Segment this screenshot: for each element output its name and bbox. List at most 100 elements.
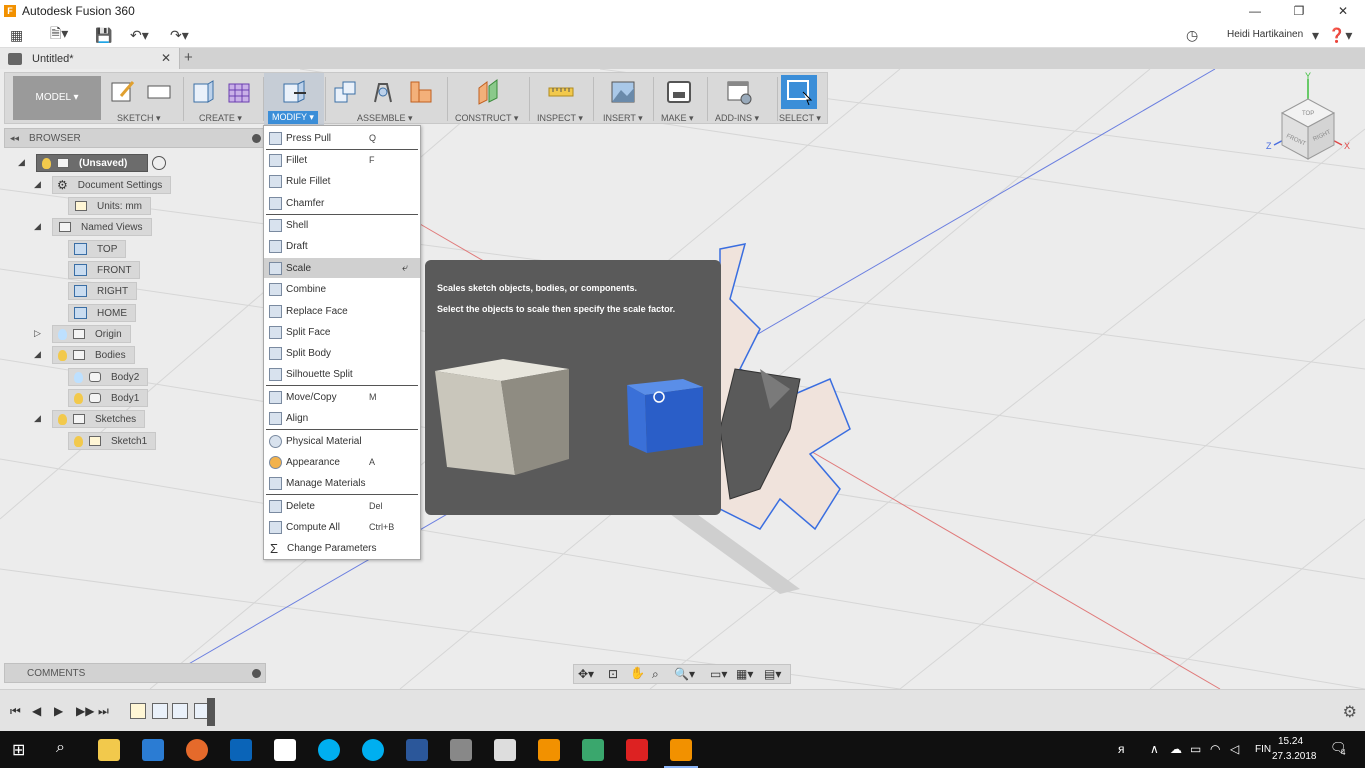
attached-canvas-icon[interactable]: [609, 78, 637, 106]
menu-item-delete[interactable]: Delete Del: [264, 496, 420, 516]
zoom-icon[interactable]: 🔍▾: [674, 667, 695, 681]
restore-button[interactable]: ❐: [1277, 0, 1321, 22]
modify-group-active[interactable]: MODIFY ▾: [264, 73, 324, 125]
onedrive-icon[interactable]: ☁: [1170, 742, 1182, 756]
file-explorer-icon[interactable]: [98, 739, 120, 761]
visibility-bulb-icon[interactable]: [74, 371, 83, 383]
add-ins-menu-label[interactable]: ADD-INS ▾: [715, 113, 759, 124]
acrobat-icon[interactable]: [626, 739, 648, 761]
new-tab-plus-icon[interactable]: +: [184, 49, 193, 66]
menu-item-press-pull[interactable]: Press Pull Q: [264, 128, 420, 148]
user-menu-chevron-icon[interactable]: ▾: [1312, 25, 1319, 45]
menu-item-scale[interactable]: Scale ⤶: [264, 258, 420, 278]
menu-item-chamfer[interactable]: Chamfer: [264, 193, 420, 213]
search-icon[interactable]: ⌕: [56, 739, 65, 757]
orbit-icon[interactable]: ✥▾: [578, 667, 594, 681]
collapse-browser-icon[interactable]: ◂◂: [10, 133, 19, 144]
close-tab-icon[interactable]: ✕: [161, 51, 171, 65]
menu-item-replace-face[interactable]: Replace Face: [264, 301, 420, 321]
create-sketch-icon[interactable]: [109, 78, 137, 106]
add-ins-group[interactable]: ADD-INS ▾: [709, 73, 775, 125]
data-panel-grid-icon[interactable]: ▦: [10, 25, 23, 45]
construct-menu-label[interactable]: CONSTRUCT ▾: [455, 113, 518, 124]
select-group[interactable]: SELECT ▾: [779, 73, 827, 125]
windows-start-icon[interactable]: ⊞: [12, 740, 25, 760]
browser-minimize-icon[interactable]: [252, 134, 261, 143]
comments-minimize-icon[interactable]: [252, 669, 261, 678]
step-forward-icon[interactable]: ▶▶: [76, 704, 94, 718]
modify-menu-label[interactable]: MODIFY ▾: [268, 111, 318, 124]
job-status-clock-icon[interactable]: ◷: [1186, 25, 1198, 45]
visibility-bulb-icon[interactable]: [74, 435, 83, 447]
skype-business-icon[interactable]: [318, 739, 340, 761]
tree-item-named-views[interactable]: ◢ Named Views: [34, 218, 152, 236]
menu-item-draft[interactable]: Draft: [264, 236, 420, 256]
menu-item-fillet[interactable]: Fillet F: [264, 150, 420, 170]
extrude-icon[interactable]: [189, 78, 217, 106]
input-language[interactable]: FIN: [1255, 744, 1271, 755]
battery-icon[interactable]: ▭: [1190, 742, 1201, 756]
viewports-icon[interactable]: ▤▾: [764, 667, 781, 681]
tree-item-origin[interactable]: ▷ Origin: [34, 325, 131, 343]
new-component-icon[interactable]: [331, 78, 359, 106]
tree-item-document-settings[interactable]: ◢ ⚙ Document Settings: [34, 176, 172, 194]
menu-item-split-body[interactable]: Split Body: [264, 343, 420, 363]
menu-item-align[interactable]: Align: [264, 408, 420, 428]
expand-triangle-icon[interactable]: ◢: [18, 157, 25, 168]
inspect-group[interactable]: INSPECT ▾: [531, 73, 591, 125]
file-menu-icon[interactable]: 🗎▾: [50, 25, 68, 45]
go-to-start-icon[interactable]: ⏮: [10, 704, 21, 719]
close-window-button[interactable]: ✕: [1321, 0, 1365, 22]
visibility-bulb-icon[interactable]: [58, 349, 67, 361]
step-back-icon[interactable]: ◀: [32, 704, 41, 718]
select-icon[interactable]: [785, 78, 813, 106]
as-built-joint-icon[interactable]: [407, 78, 435, 106]
paint-icon[interactable]: [450, 739, 472, 761]
visibility-bulb-icon[interactable]: [58, 413, 67, 425]
timeline-marker[interactable]: [207, 698, 215, 726]
timeline-sketch-icon[interactable]: [130, 703, 146, 719]
tree-item-units[interactable]: Units: mm: [68, 197, 151, 215]
wifi-icon[interactable]: ◠: [1210, 742, 1220, 756]
tray-chevron-icon[interactable]: ∧: [1150, 742, 1159, 756]
expand-triangle-icon[interactable]: ◢: [34, 349, 41, 360]
git-icon[interactable]: [582, 739, 604, 761]
timeline-extrude-icon[interactable]: [152, 703, 168, 719]
menu-item-manage-materials[interactable]: Manage Materials: [264, 473, 420, 493]
menu-item-split-face[interactable]: Split Face: [264, 322, 420, 342]
make-menu-label[interactable]: MAKE ▾: [661, 113, 694, 124]
activate-radio-icon[interactable]: [152, 156, 166, 170]
pin-icon[interactable]: ⤶: [402, 262, 408, 275]
assemble-menu-label[interactable]: ASSEMBLE ▾: [357, 113, 413, 124]
comments-panel[interactable]: COMMENTS: [4, 663, 266, 683]
tree-item-view-right[interactable]: RIGHT: [68, 282, 138, 300]
insert-menu-label[interactable]: INSERT ▾: [603, 113, 643, 124]
sublime-icon[interactable]: [538, 739, 560, 761]
create-menu-label[interactable]: CREATE ▾: [199, 113, 242, 124]
offset-plane-icon[interactable]: [475, 78, 503, 106]
visibility-bulb-icon[interactable]: [74, 392, 83, 404]
select-menu-label[interactable]: SELECT ▾: [779, 113, 821, 124]
sketch-group[interactable]: SKETCH ▾: [105, 73, 183, 125]
pan-hand-icon[interactable]: ✋: [630, 666, 645, 680]
menu-item-move-copy[interactable]: Move/Copy M: [264, 387, 420, 407]
skype-icon[interactable]: [362, 739, 384, 761]
menu-item-compute-all[interactable]: Compute All Ctrl+B: [264, 517, 420, 537]
inspect-menu-label[interactable]: INSPECT ▾: [537, 113, 583, 124]
tree-item-body2[interactable]: Body2: [68, 368, 149, 386]
edge-icon[interactable]: [142, 739, 164, 761]
measure-icon[interactable]: [547, 78, 575, 106]
construct-group[interactable]: CONSTRUCT ▾: [449, 73, 527, 125]
look-at-icon[interactable]: ⊡: [608, 667, 618, 681]
tree-item-view-home[interactable]: HOME: [68, 304, 136, 322]
minimize-button[interactable]: —: [1233, 0, 1277, 22]
display-settings-icon[interactable]: ▭▾: [710, 667, 727, 681]
grid-settings-icon[interactable]: ▦▾: [736, 667, 753, 681]
firefox-icon[interactable]: [186, 739, 208, 761]
word-icon[interactable]: [406, 739, 428, 761]
volume-icon[interactable]: ◁: [1230, 742, 1239, 756]
scripts-add-ins-icon[interactable]: [725, 78, 753, 106]
play-icon[interactable]: ▶: [54, 704, 63, 718]
menu-item-appearance[interactable]: Appearance A: [264, 452, 420, 472]
people-icon[interactable]: ᴙ: [1118, 742, 1125, 756]
